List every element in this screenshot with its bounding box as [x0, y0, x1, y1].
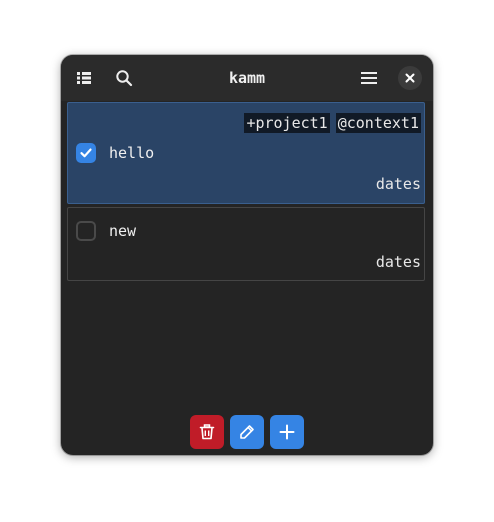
context-tag: @context1 — [335, 113, 421, 133]
pencil-icon — [240, 425, 254, 439]
task-text: hello — [109, 144, 155, 162]
task-text: new — [109, 222, 137, 240]
project-tag: +project1 — [244, 113, 330, 133]
hamburger-menu-icon — [361, 72, 377, 84]
task-dates: dates — [375, 253, 421, 271]
delete-task-button[interactable] — [190, 415, 224, 449]
close-button[interactable] — [398, 66, 422, 90]
main-menu-button[interactable] — [354, 63, 384, 93]
checkmark-icon — [80, 148, 92, 158]
task-checkbox[interactable] — [76, 221, 96, 241]
task-row[interactable]: +project1 @context1 hello dates — [67, 102, 425, 204]
app-window: kamm +project1 @context1 hello dates new… — [61, 55, 433, 455]
header-bar: kamm — [61, 55, 433, 101]
task-tags: +project1 @context1 — [244, 113, 421, 133]
edit-task-button[interactable] — [230, 415, 264, 449]
close-icon — [405, 73, 415, 83]
add-task-button[interactable] — [270, 415, 304, 449]
plus-icon — [279, 424, 295, 440]
trash-icon — [199, 424, 215, 440]
task-checkbox[interactable] — [76, 143, 96, 163]
task-row[interactable]: new dates — [67, 207, 425, 281]
task-dates: dates — [375, 175, 421, 193]
